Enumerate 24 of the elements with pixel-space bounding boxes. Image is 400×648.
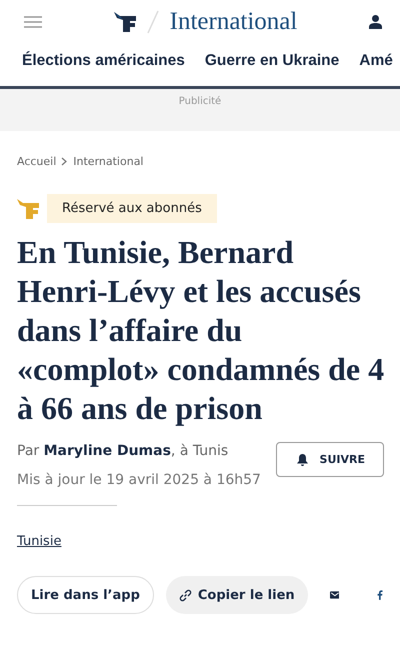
logo-icon[interactable] xyxy=(114,12,136,32)
ad-label: Publicité xyxy=(178,96,222,108)
update-date: Mis à jour le 19 avril 2025 à 16h57 xyxy=(17,472,261,488)
link-icon xyxy=(178,588,192,602)
subscriber-badge: Réservé aux abonnés xyxy=(47,194,217,223)
section-title: International xyxy=(170,8,298,36)
copy-link-button[interactable]: Copier le lien xyxy=(166,576,308,614)
menu-icon[interactable] xyxy=(24,15,42,29)
byline: Par Maryline Dumas, à Tunis xyxy=(17,442,230,461)
nav-link[interactable]: Élections américaines xyxy=(22,52,185,70)
chevron-icon xyxy=(61,157,68,166)
user-icon[interactable] xyxy=(369,15,382,29)
topic-link[interactable]: Tunisie xyxy=(17,534,62,549)
nav-link[interactable]: Amé xyxy=(359,52,393,70)
breadcrumb-link[interactable]: International xyxy=(73,155,144,168)
logo-icon xyxy=(17,198,39,218)
breadcrumb-link[interactable]: Accueil xyxy=(17,155,56,168)
follow-button[interactable]: SUIVRE xyxy=(276,442,384,477)
nav-link[interactable]: Guerre en Ukraine xyxy=(204,52,340,70)
bell-icon xyxy=(296,454,308,466)
slash-icon xyxy=(146,10,160,34)
article-title: En Tunisie, Bernard Henri-Lévy et les accusés dans l’affaire du «complot» condamnés de 4 à 66 ans de prison xyxy=(17,233,386,428)
open-in-app-button[interactable]: Lire dans l’app xyxy=(17,576,154,614)
mail-icon[interactable] xyxy=(330,589,340,601)
